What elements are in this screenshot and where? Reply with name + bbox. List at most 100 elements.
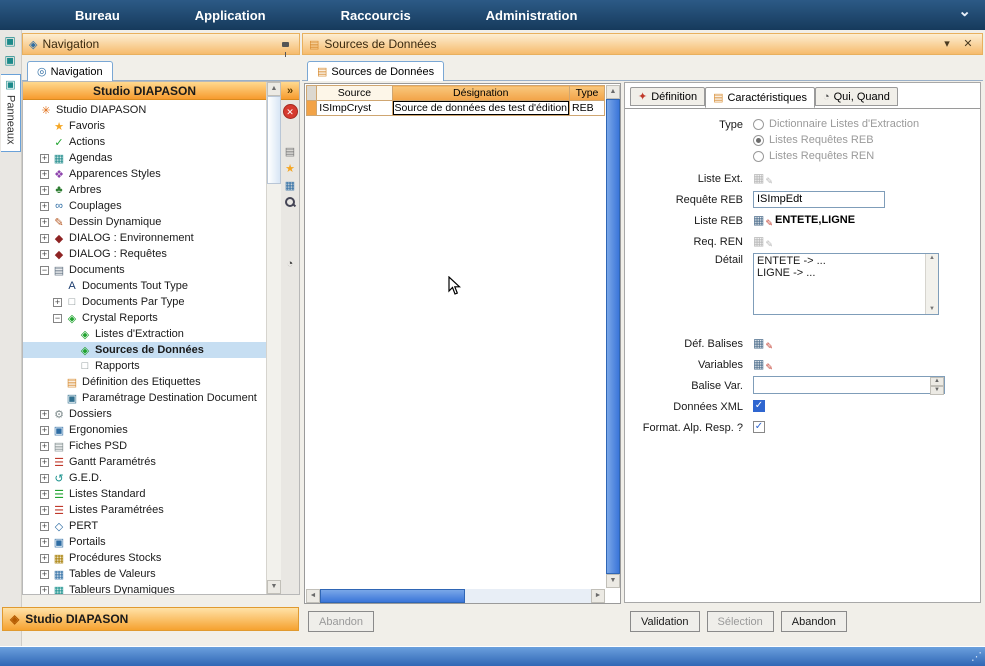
abandon-button[interactable]: Abandon	[781, 611, 847, 632]
tree-item[interactable]: ADocuments Tout Type	[23, 278, 266, 294]
expand-icon[interactable]: +	[53, 298, 62, 307]
tree-item[interactable]: ▤Définition des Etiquettes	[23, 374, 266, 390]
liste-ext-edit-icon[interactable]	[753, 171, 771, 186]
table-horizontal-scrollbar[interactable]	[306, 589, 605, 603]
tab-navigation[interactable]: ◎ Navigation	[27, 61, 113, 81]
scroll-up-icon[interactable]	[606, 85, 620, 99]
studio-bottom-bar[interactable]: ◈ Studio DIAPASON	[2, 607, 299, 631]
menu-bureau[interactable]: Bureau	[75, 8, 120, 23]
panel-window-icon[interactable]: ▣	[2, 53, 18, 68]
tree-item[interactable]: +◇PERT	[23, 518, 266, 534]
tree-item[interactable]: +□Documents Par Type	[23, 294, 266, 310]
tree-item[interactable]: ✓Actions	[23, 134, 266, 150]
collapse-icon[interactable]: −	[40, 266, 49, 275]
scroll-down-icon[interactable]	[606, 574, 620, 588]
detail-textbox[interactable]: ENTETE -> ... LIGNE -> ...	[753, 253, 939, 315]
tree-scrollbar[interactable]	[266, 82, 281, 594]
cell-type[interactable]: REB	[570, 101, 605, 116]
spinner[interactable]: ▲▼	[930, 377, 944, 393]
expand-icon[interactable]: +	[40, 474, 49, 483]
tree-item[interactable]: +▣Ergonomies	[23, 422, 266, 438]
tree-item[interactable]: +▤Fiches PSD	[23, 438, 266, 454]
scroll-left-icon[interactable]	[306, 589, 320, 603]
expand-icon[interactable]: +	[40, 410, 49, 419]
tree-item[interactable]: +▦Tableurs Dynamiques	[23, 582, 266, 594]
expand-icon[interactable]: +	[40, 570, 49, 579]
expand-icon[interactable]: +	[40, 170, 49, 179]
menubar-collapse-icon[interactable]: ⌄	[958, 2, 971, 20]
expand-icon[interactable]: +	[40, 554, 49, 563]
close-icon[interactable]: ✕	[960, 37, 976, 52]
scroll-right-icon[interactable]	[591, 589, 605, 603]
cell-designation[interactable]: Source de données des test d'édition	[392, 101, 569, 116]
expand-icon[interactable]: +	[40, 586, 49, 595]
panel-dock-icon[interactable]: ▣	[2, 34, 18, 49]
expand-icon[interactable]: +	[40, 522, 49, 531]
table-row[interactable]: ISImpCryst Source de données des test d'…	[307, 101, 605, 116]
cell-source[interactable]: ISImpCryst	[317, 101, 392, 116]
tree-item[interactable]: ★Favoris	[23, 118, 266, 134]
scroll-up-icon[interactable]	[267, 82, 281, 96]
tree-item[interactable]: +▦Procédures Stocks	[23, 550, 266, 566]
tree-item[interactable]: ✳Studio DIAPASON	[23, 102, 266, 118]
search-icon[interactable]	[284, 196, 296, 209]
expand-icon[interactable]: +	[40, 426, 49, 435]
tree-item[interactable]: +◆DIALOG : Environnement	[23, 230, 266, 246]
spin-down-icon[interactable]: ▼	[930, 386, 944, 395]
expand-icon[interactable]: +	[40, 234, 49, 243]
requete-reb-input[interactable]	[753, 191, 885, 208]
tree-item[interactable]: +♣Arbres	[23, 182, 266, 198]
expand-icon[interactable]: +	[40, 186, 49, 195]
column-header-type[interactable]: Type	[570, 86, 605, 101]
tree-item[interactable]: ◈Listes d'Extraction	[23, 326, 266, 342]
variables-edit-icon[interactable]	[753, 357, 771, 372]
menu-application[interactable]: Application	[195, 8, 266, 23]
tree-item[interactable]: +✎Dessin Dynamique	[23, 214, 266, 230]
row-selector-cell[interactable]	[307, 101, 317, 116]
tree-item[interactable]: +▣Portails	[23, 534, 266, 550]
radio-listes-requetes-reb[interactable]: Listes Requêtes REB	[753, 134, 919, 146]
scroll-thumb[interactable]	[320, 589, 465, 603]
tree-item[interactable]: ◈Sources de Données	[23, 342, 266, 358]
tree-item[interactable]: +☰Gantt Paramétrés	[23, 454, 266, 470]
req-ren-edit-icon[interactable]	[753, 234, 771, 249]
menu-raccourcis[interactable]: Raccourcis	[341, 8, 411, 23]
column-header-designation[interactable]: Désignation	[392, 86, 569, 101]
selection-button[interactable]: Sélection	[707, 611, 774, 632]
tree-item[interactable]: +❖Apparences Styles	[23, 166, 266, 182]
scroll-down-icon[interactable]	[267, 580, 281, 594]
def-balises-edit-icon[interactable]	[753, 336, 771, 351]
radio-icon[interactable]	[753, 151, 764, 162]
scroll-thumb[interactable]	[606, 99, 620, 574]
tree-item[interactable]: +☰Listes Standard	[23, 486, 266, 502]
close-icon[interactable]: ✕	[283, 104, 298, 119]
abandon-button-main[interactable]: Abandon	[308, 611, 374, 632]
tab-sources-de-donnees[interactable]: ▤ Sources de Données	[307, 61, 444, 81]
expand-icon[interactable]: +	[40, 442, 49, 451]
expand-icon[interactable]: +	[40, 250, 49, 259]
scroll-thumb[interactable]	[267, 96, 281, 184]
radio-dictionnaire-listes-extraction[interactable]: Dictionnaire Listes d'Extraction	[753, 118, 919, 130]
expand-icon[interactable]: +	[40, 490, 49, 499]
tree-item[interactable]: +▦Tables de Valeurs	[23, 566, 266, 582]
tree-item[interactable]: □Rapports	[23, 358, 266, 374]
expand-icon[interactable]: +	[40, 458, 49, 467]
detail-scrollbar[interactable]	[925, 254, 938, 314]
menu-administration[interactable]: Administration	[486, 8, 578, 23]
format-alp-checkbox[interactable]	[753, 421, 765, 433]
tab-qui-quand[interactable]: ◔ Qui, Quand	[815, 87, 898, 106]
validation-button[interactable]: Validation	[630, 611, 700, 632]
tree-item[interactable]: +⚙Dossiers	[23, 406, 266, 422]
table-vertical-scrollbar[interactable]	[606, 85, 620, 588]
liste-reb-edit-icon[interactable]	[753, 213, 771, 228]
expand-icon[interactable]: +	[40, 538, 49, 547]
expand-icon[interactable]: +	[40, 154, 49, 163]
expand-icon[interactable]: +	[40, 202, 49, 211]
tree-item[interactable]: +∞Couplages	[23, 198, 266, 214]
tree-item[interactable]: +▦Agendas	[23, 150, 266, 166]
tree-item[interactable]: ▣Paramétrage Destination Document	[23, 390, 266, 406]
donnees-xml-checkbox[interactable]	[753, 400, 765, 412]
resize-grip[interactable]: ⋰	[971, 650, 982, 663]
tree-item[interactable]: −◈Crystal Reports	[23, 310, 266, 326]
column-header-source[interactable]: Source	[317, 86, 392, 101]
